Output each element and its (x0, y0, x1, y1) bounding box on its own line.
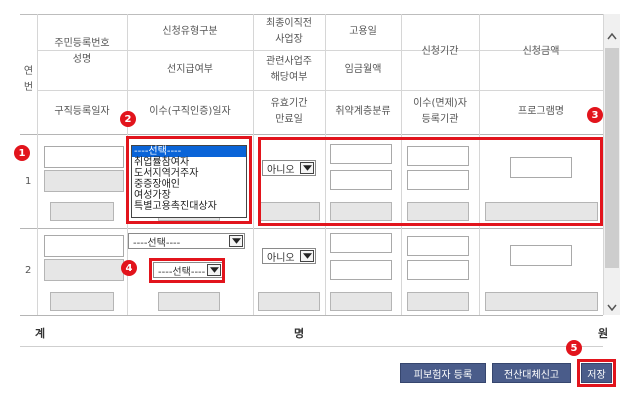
header-application-period: 신청기간 (421, 46, 459, 57)
header-employment-date: 고용일 (349, 26, 377, 37)
period-end-input[interactable] (407, 260, 469, 280)
header-vulnerable-class: 취약계층분류 (335, 106, 391, 117)
application-type-select[interactable]: ----선택---- (128, 233, 245, 249)
chevron-down-icon[interactable] (229, 235, 243, 247)
header-application-type: 신청유형구분 (162, 26, 218, 37)
related-employer-select[interactable]: 아니오 (262, 248, 316, 264)
header-related-employer: 관련사업주 해당여부 (266, 56, 312, 83)
scroll-down-icon[interactable] (604, 300, 620, 314)
completion-date-input[interactable] (158, 292, 220, 311)
badge-4: 4 (121, 260, 137, 276)
row-number: 2 (25, 265, 32, 276)
registration-agency-input[interactable] (407, 292, 469, 311)
header-expiry-date: 유효기간 만료일 (270, 98, 308, 125)
vulnerable-class-input[interactable] (330, 292, 392, 311)
people-unit: 명 (294, 327, 305, 340)
scroll-thumb[interactable] (605, 48, 619, 268)
vertical-scrollbar[interactable] (604, 14, 620, 315)
expiry-date-input[interactable] (258, 292, 320, 311)
resident-id-input[interactable] (44, 235, 124, 257)
highlight-box-save (577, 359, 616, 387)
header-row-number: 연 번 (23, 66, 34, 93)
program-name-input[interactable] (485, 292, 598, 311)
header-last-workplace: 최종이직전 사업장 (266, 18, 312, 45)
header-resident-id-name: 주민등록번호 성명 (54, 38, 110, 65)
employment-date-input[interactable] (330, 233, 392, 253)
header-prepayment: 선지급여부 (167, 64, 213, 75)
badge-1: 1 (14, 145, 30, 161)
name-input[interactable] (44, 259, 124, 281)
period-start-input[interactable] (407, 236, 469, 256)
won-unit: 원 (598, 327, 609, 340)
header-program-name: 프로그램명 (518, 106, 564, 117)
select-value: 아니오 (267, 252, 295, 264)
insured-register-button[interactable]: 피보험자 등록 (400, 363, 486, 383)
monthly-wage-input[interactable] (330, 260, 392, 280)
total-label: 계 (35, 327, 46, 340)
header-registration-agency: 이수(면제)자 등록기관 (413, 98, 467, 125)
header-application-amount: 신청금액 (522, 46, 560, 57)
chevron-down-icon[interactable] (300, 250, 314, 262)
amount-input[interactable] (510, 245, 572, 266)
highlight-box-prepayment (149, 258, 225, 283)
select-value: ----선택---- (133, 237, 181, 249)
row-number: 1 (25, 176, 32, 187)
header-completion-date: 이수(구직인증)일자 (149, 106, 231, 117)
badge-5: 5 (566, 340, 582, 356)
highlight-box-row-fields (258, 137, 603, 226)
job-registration-date-input[interactable] (50, 292, 114, 311)
highlight-box-row (40, 138, 124, 228)
scroll-up-icon[interactable] (604, 28, 620, 44)
electronic-report-button[interactable]: 전산대체신고 (492, 363, 571, 383)
badge-2: 2 (120, 111, 136, 127)
badge-3: 3 (587, 107, 603, 123)
header-monthly-wage: 임금월액 (344, 64, 382, 75)
header-job-registration-date: 구직등록일자 (54, 106, 110, 117)
highlight-box-listbox (126, 136, 252, 224)
